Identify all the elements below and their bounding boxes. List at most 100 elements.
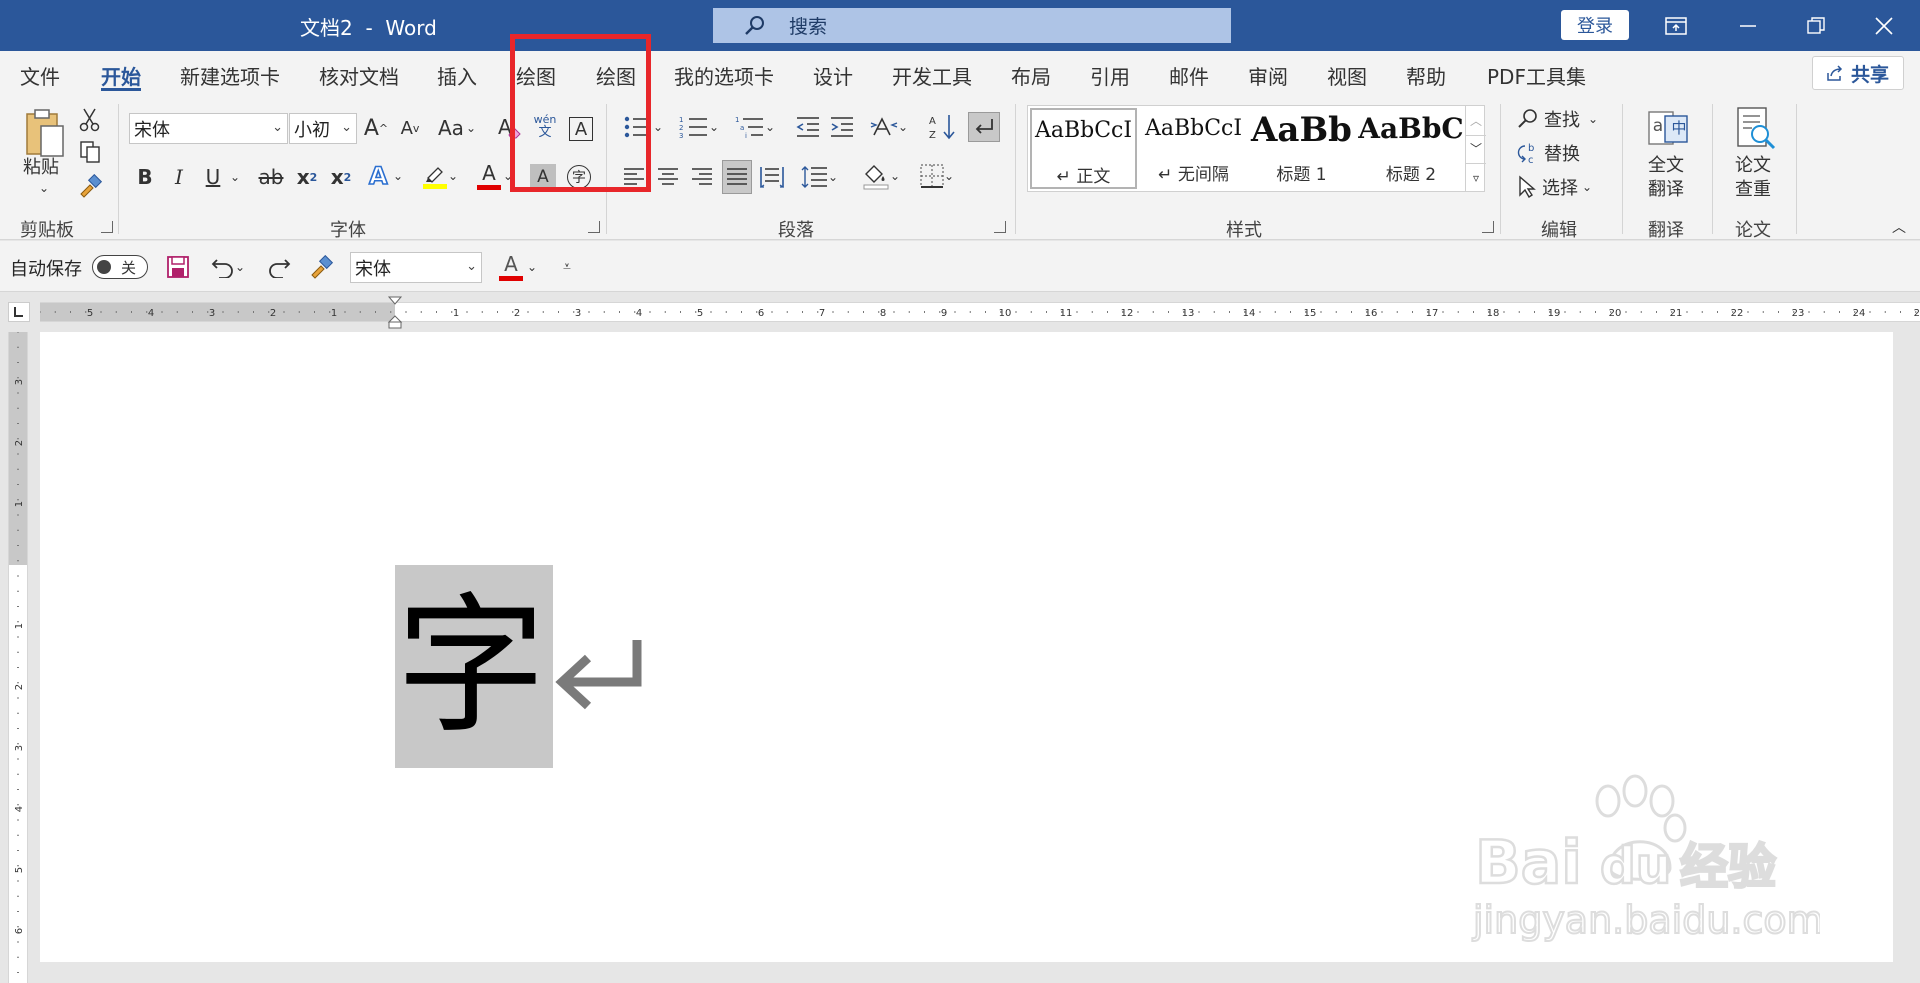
paste-label: 粘贴 [23,157,59,178]
strikethrough-button[interactable]: ab [256,162,286,192]
save-button[interactable] [164,253,192,281]
document-character[interactable]: 字 [396,572,546,762]
font-size-combo[interactable]: 小初 ⌄ [289,113,357,144]
tab-pdf-tools[interactable]: PDF工具集 [1487,61,1586,90]
change-case-button[interactable]: Aa ⌄ [435,114,479,142]
format-painter-button[interactable] [78,174,102,198]
tab-design[interactable]: 设计 [813,61,853,90]
select-button[interactable]: 选择 ⌄ [1516,172,1612,202]
style-name: ↵ 无间隔 [1158,165,1229,185]
indent-marker-icon[interactable] [387,296,403,331]
font-launcher-icon[interactable] [588,221,600,233]
underline-dropdown-icon[interactable]: ⌄ [228,164,242,190]
paragraph-launcher-icon[interactable] [994,221,1006,233]
login-button[interactable]: 登录 [1561,10,1629,40]
paste-button[interactable] [20,104,70,162]
tab-file[interactable]: 文件 [20,61,60,90]
text-effects-button[interactable]: A ⌄ [364,160,406,192]
replace-button[interactable]: bc 替换 [1516,138,1612,168]
autosave-toggle[interactable]: 关 [92,255,148,279]
font-name-value: 宋体 [134,119,170,141]
cut-button[interactable] [78,108,102,132]
tab-check-document[interactable]: 核对文档 [319,61,399,90]
style-heading-1[interactable]: AaBb 标题 1 [1248,108,1355,189]
align-center-button[interactable] [654,162,682,192]
svg-text:a: a [740,124,744,132]
highlight-annotation-box [510,34,651,192]
tab-references[interactable]: 引用 [1090,61,1130,90]
shading-button[interactable]: ⌄ [858,160,904,192]
tab-developer[interactable]: 开发工具 [892,61,972,90]
sort-button[interactable]: AZ [928,112,958,142]
decrease-indent-icon [796,117,819,137]
tab-selector[interactable] [8,302,30,322]
qat-font-name-combo[interactable]: 宋体 ⌄ [350,252,482,283]
style-heading-2[interactable]: AaBbC 标题 2 [1356,108,1466,189]
tab-new-tab[interactable]: 新建选项卡 [180,61,280,90]
numbering-button[interactable]: 1 2 3 ⌄ [676,112,722,142]
restore-icon [1807,16,1825,34]
tab-insert[interactable]: 插入 [437,61,477,90]
font-name-combo[interactable]: 宋体 ⌄ [129,113,288,144]
tab-layout[interactable]: 布局 [1011,61,1051,90]
borders-button[interactable]: ⌄ [914,160,960,192]
format-painter-qat-button[interactable] [306,253,336,281]
decrease-indent-button[interactable] [794,112,822,142]
multilevel-list-button[interactable]: 1 a i ⌄ [732,112,778,142]
line-spacing-button[interactable]: ⌄ [796,162,842,192]
replace-icon: bc [1517,143,1534,165]
ruler-number: 2 [514,308,520,319]
undo-button[interactable]: ⌄ [206,253,250,281]
minimize-button[interactable] [1718,0,1778,51]
tab-home[interactable]: 开始 [101,61,141,90]
paper-check-button[interactable] [1730,104,1780,154]
gallery-down-icon[interactable]: ﹀ [1466,135,1486,161]
style-no-spacing[interactable]: AaBbCcI ↵ 无间隔 [1140,108,1247,189]
group-separator [1796,104,1797,234]
tab-view[interactable]: 视图 [1327,61,1367,90]
distributed-button[interactable] [758,162,786,192]
find-button[interactable]: 查找 ⌄ [1516,104,1612,134]
ruler-number: 5 [87,308,93,319]
gallery-more-icon[interactable]: ▿ [1466,163,1486,191]
svg-text:A: A [369,162,388,190]
redo-button[interactable] [264,253,294,281]
superscript-button[interactable]: x2 [328,162,354,192]
show-formatting-marks-button[interactable] [968,112,1000,142]
close-window-button[interactable] [1854,0,1914,51]
justify-button[interactable] [722,160,752,194]
ribbon-display-options-button[interactable] [1646,0,1706,51]
share-button[interactable]: 共享 [1812,56,1904,90]
restore-button[interactable] [1786,0,1846,51]
tab-my-tab[interactable]: 我的选项卡 [674,61,774,90]
styles-launcher-icon[interactable] [1482,221,1494,233]
search-box[interactable]: 搜索 [713,8,1231,43]
gallery-up-icon[interactable]: ︿ [1466,107,1486,133]
align-right-button[interactable] [688,162,716,192]
ruler-number: 6 [758,308,764,319]
tab-mailings[interactable]: 邮件 [1169,61,1209,90]
vertical-ruler[interactable]: 3 2 1 1 2 3 4 5 6 [8,332,28,983]
subscript-button[interactable]: x2 [294,162,320,192]
underline-button[interactable]: U [200,162,226,192]
italic-button[interactable]: I [166,162,192,192]
style-normal[interactable]: AaBbCcI ↵ 正文 [1030,108,1137,189]
shrink-font-button[interactable]: Av [397,114,423,142]
scissors-icon [79,108,100,132]
paste-dropdown-icon[interactable]: ⌄ [34,180,54,196]
horizontal-ruler[interactable]: 5 4 3 2 1 1 2 3 4 5 6 7 8 9 10 11 12 13 14 15 16 17 18 19 20 21 22… [40,296,1920,329]
bold-button[interactable]: B [132,162,158,192]
ruler-number: 9 [941,308,947,319]
copy-button[interactable] [78,140,102,164]
chinese-layout-button[interactable]: ⌄ [866,112,912,142]
increase-indent-button[interactable] [828,112,856,142]
align-right-icon [692,168,712,185]
customize-qat-icon[interactable]: ⩡ [556,253,578,281]
qat-font-color-button[interactable]: A ⌄ [496,251,540,283]
tab-review[interactable]: 审阅 [1248,61,1288,90]
grow-font-button[interactable]: A ^ [363,114,389,142]
highlight-color-button[interactable]: ⌄ [418,160,462,192]
collapse-ribbon-icon[interactable]: ︿ [1888,218,1910,236]
clipboard-launcher-icon[interactable] [101,221,113,233]
tab-help[interactable]: 帮助 [1406,61,1446,90]
